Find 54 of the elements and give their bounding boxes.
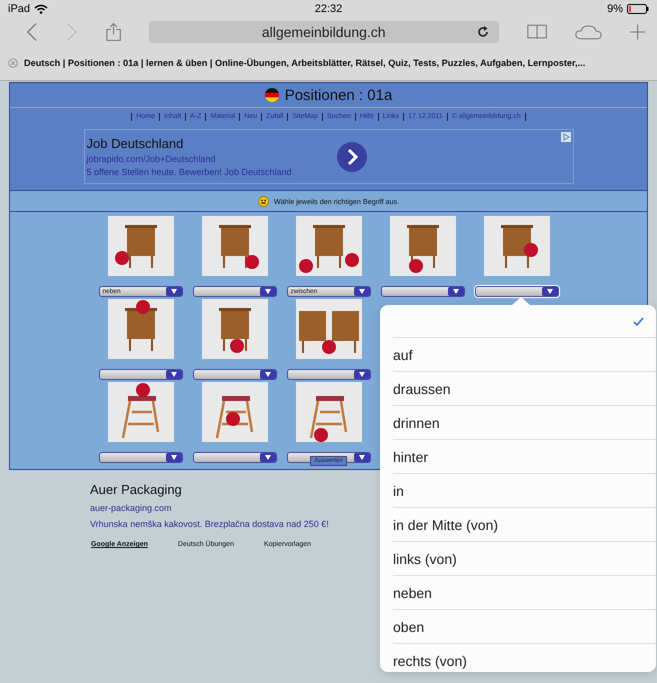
- caret-icon: [170, 455, 176, 460]
- option-item[interactable]: auf: [393, 338, 656, 372]
- caret-icon: [358, 372, 364, 377]
- wifi-icon: [34, 4, 48, 14]
- caret-icon: [264, 455, 270, 460]
- dropdown[interactable]: [474, 286, 558, 297]
- ad-banner[interactable]: Job Deutschland jobrapido.com/Job+Deutschland 5 offene Stellen heute. Bewerben! Job Deutschland: [84, 129, 574, 184]
- page-heading: Positionen : 01a: [284, 86, 392, 104]
- option-item[interactable]: rechts (von): [393, 644, 656, 677]
- battery-percent: 9%: [607, 3, 623, 15]
- option-item[interactable]: in der Mitte (von): [393, 508, 656, 542]
- dropdown[interactable]: [98, 452, 182, 463]
- caret-icon: [264, 289, 270, 294]
- clock-time: 22:32: [314, 3, 344, 15]
- dropdown[interactable]: [98, 369, 182, 380]
- device-name: iPad: [8, 3, 30, 15]
- ad-text: Vrhunska nemška kakovost. Brezplačna dostava nad 250 €!: [90, 519, 329, 529]
- option-item[interactable]: drinnen: [393, 406, 656, 440]
- caret-icon: [358, 289, 364, 294]
- share-icon[interactable]: [106, 21, 121, 43]
- option-item[interactable]: draussen: [393, 372, 656, 406]
- cloud-icon[interactable]: [574, 23, 602, 41]
- caret-icon: [546, 289, 552, 294]
- back-icon[interactable]: [26, 21, 38, 43]
- caret-icon: [170, 372, 176, 377]
- option-item[interactable]: neben: [393, 576, 656, 610]
- ad-title[interactable]: Job Deutschland: [86, 136, 292, 151]
- flag-icon: [264, 88, 279, 102]
- caret-icon: [264, 372, 270, 377]
- ad-title[interactable]: Auer Packaging: [90, 482, 182, 497]
- dropdown[interactable]: [380, 286, 464, 297]
- option-item[interactable]: oben: [393, 610, 656, 644]
- book-icon[interactable]: [526, 23, 547, 41]
- dropdown[interactable]: [192, 452, 276, 463]
- checkmark-icon: [633, 316, 644, 326]
- dropdown[interactable]: [286, 369, 370, 380]
- plus-icon[interactable]: [630, 23, 646, 41]
- caret-icon: [358, 455, 364, 460]
- smiley-icon: [258, 196, 269, 206]
- page-title: Deutsch | Positionen : 01a | lernen & üben | Online-Übungen, Arbeitsblätter, Rätsel, Quiz, Tests, Puzzles, Aufgaben, Lernposter,...: [24, 58, 586, 68]
- reload-icon[interactable]: [476, 26, 489, 38]
- ad-text: 5 offene Stellen heute. Bewerben! Job Deutschland: [86, 167, 292, 177]
- ad-url[interactable]: auer-packaging.com: [90, 503, 172, 513]
- dropdown[interactable]: [192, 369, 276, 380]
- option-item[interactable]: in: [393, 474, 656, 508]
- caret-icon: [452, 289, 458, 294]
- option-item[interactable]: links (von): [393, 542, 656, 576]
- battery-icon: [627, 4, 649, 14]
- ad-arrow-button[interactable]: [337, 142, 368, 172]
- dropdown[interactable]: [192, 286, 276, 297]
- option-item[interactable]: hinter: [393, 440, 656, 474]
- ad-info-icon[interactable]: [560, 132, 570, 142]
- caret-icon: [170, 289, 176, 294]
- address-bar[interactable]: allgemeinbildung.ch: [148, 21, 499, 43]
